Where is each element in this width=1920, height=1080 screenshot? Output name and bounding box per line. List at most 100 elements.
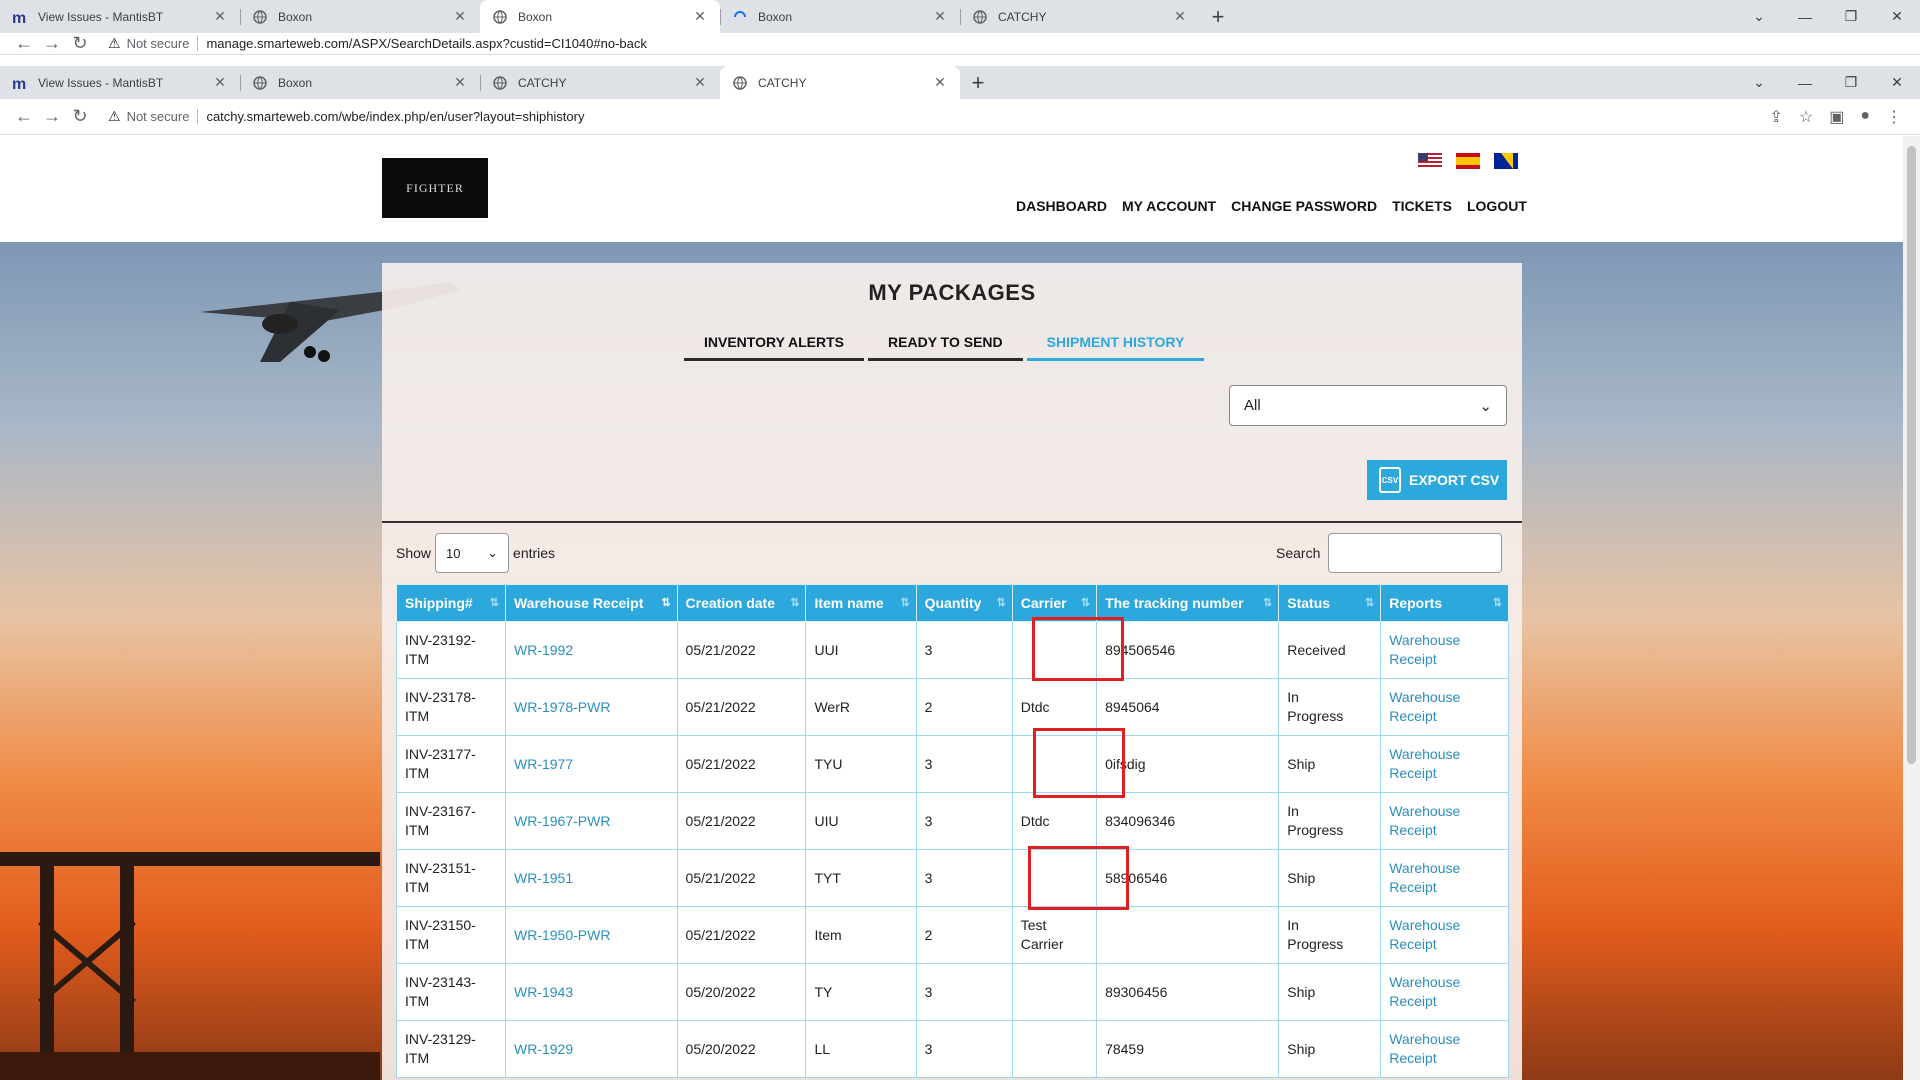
reload-icon[interactable]: ↻ [66, 33, 94, 54]
col-reports[interactable]: Reports ⇅ [1380, 584, 1509, 622]
col-status[interactable]: Status ⇅ [1278, 584, 1382, 622]
forward-arrow-icon[interactable]: → [38, 33, 66, 54]
warehouse-receipt-link[interactable]: WR-1992 [514, 642, 573, 658]
close-icon[interactable]: ✕ [1172, 8, 1188, 25]
back-arrow-icon[interactable]: ← [10, 106, 38, 127]
tab-2[interactable]: CATCHY ✕ [480, 66, 720, 99]
status-filter-select[interactable]: All ⌄ [1229, 385, 1507, 426]
cell-shipping: INV-23150- ITM [396, 906, 506, 964]
cell-status: Ship [1278, 963, 1382, 1021]
sidepanel-icon[interactable]: ▣ [1829, 107, 1844, 127]
report-link[interactable]: Warehouse Receipt [1389, 974, 1460, 1009]
flag-us-icon[interactable] [1418, 153, 1442, 169]
minimize-icon[interactable]: — [1782, 9, 1828, 25]
omnibox[interactable]: ⚠ Not secure catchy.smarteweb.com/wbe/in… [108, 108, 1769, 125]
back-window-addressbar: ← → ↻ ⚠ Not secure manage.smarteweb.com/… [0, 33, 1920, 55]
new-tab-button[interactable]: + [1200, 0, 1236, 33]
export-csv-button[interactable]: CSV EXPORT CSV [1367, 460, 1507, 500]
cell-warehouse-receipt: WR-1967-PWR [504, 792, 678, 850]
search-input[interactable] [1328, 533, 1503, 573]
close-icon[interactable]: ✕ [452, 8, 468, 25]
tab-0[interactable]: m View Issues - MantisBT ✕ [0, 66, 240, 99]
tab-shipment-history[interactable]: SHIPMENT HISTORY [1026, 325, 1205, 361]
profile-icon[interactable]: ● [1860, 107, 1870, 127]
back-tab-0[interactable]: m View Issues - MantisBT ✕ [0, 0, 240, 33]
svg-text:m: m [12, 10, 26, 24]
menu-tickets[interactable]: TICKETS [1392, 198, 1452, 214]
site-logo[interactable]: FIGHTER [382, 158, 488, 218]
warehouse-receipt-link[interactable]: WR-1943 [514, 984, 573, 1000]
close-window-icon[interactable]: ✕ [1874, 74, 1920, 91]
warehouse-receipt-link[interactable]: WR-1951 [514, 870, 573, 886]
report-link[interactable]: Warehouse Receipt [1389, 860, 1460, 895]
more-icon[interactable]: ⋮ [1886, 107, 1902, 127]
cell-tracking-number: 89306456 [1096, 963, 1280, 1021]
warehouse-receipt-link[interactable]: WR-1967-PWR [514, 813, 610, 829]
report-link[interactable]: Warehouse Receipt [1389, 917, 1460, 952]
close-icon[interactable]: ✕ [932, 8, 948, 25]
cell-tracking-number: 894506546 [1096, 621, 1280, 679]
close-icon[interactable]: ✕ [212, 74, 228, 91]
back-tab-3[interactable]: Boxon ✕ [720, 0, 960, 33]
report-link[interactable]: Warehouse Receipt [1389, 746, 1460, 781]
close-icon[interactable]: ✕ [212, 8, 228, 25]
report-link[interactable]: Warehouse Receipt [1389, 1031, 1460, 1066]
col-item-name[interactable]: Item name ⇅ [805, 584, 917, 622]
page-scrollbar[interactable] [1903, 136, 1920, 1080]
language-flags [1418, 153, 1518, 169]
col-shipping[interactable]: Shipping# ⇅ [396, 584, 506, 622]
chevron-down-icon[interactable]: ⌄ [1736, 74, 1782, 91]
tab-1[interactable]: Boxon ✕ [240, 66, 480, 99]
close-window-icon[interactable]: ✕ [1874, 8, 1920, 25]
back-tab-4[interactable]: CATCHY ✕ [960, 0, 1200, 33]
scrollbar-thumb[interactable] [1907, 146, 1916, 764]
sort-icon: ⇅ [1492, 597, 1502, 609]
col-warehouse-receipt[interactable]: Warehouse Receipt ⇅ [504, 584, 678, 622]
new-tab-button[interactable]: + [960, 66, 996, 99]
cell-warehouse-receipt: WR-1951 [504, 849, 678, 907]
warehouse-receipt-link[interactable]: WR-1977 [514, 756, 573, 772]
col-creation-date[interactable]: Creation date ⇅ [676, 584, 807, 622]
menu-dashboard[interactable]: DASHBOARD [1016, 198, 1107, 214]
warehouse-receipt-link[interactable]: WR-1929 [514, 1041, 573, 1057]
flag-es-icon[interactable] [1456, 153, 1480, 169]
site-header: FIGHTER DASHBOARD MY ACCOUNT CHANGE PASS… [0, 136, 1903, 242]
tab-3[interactable]: CATCHY ✕ [720, 66, 960, 99]
col-carrier[interactable]: Carrier ⇅ [1011, 584, 1098, 622]
restore-icon[interactable]: ❐ [1828, 74, 1874, 91]
forward-arrow-icon[interactable]: → [38, 106, 66, 127]
back-tab-2[interactable]: Boxon ✕ [480, 0, 720, 33]
back-tab-1[interactable]: Boxon ✕ [240, 0, 480, 33]
tab-inventory-alerts[interactable]: INVENTORY ALERTS [684, 325, 865, 361]
cell-quantity: 3 [915, 735, 1013, 793]
warehouse-receipt-link[interactable]: WR-1978-PWR [514, 699, 610, 715]
security-label: Not secure [127, 109, 199, 124]
tab-ready-to-send[interactable]: READY TO SEND [868, 325, 1023, 361]
close-icon[interactable]: ✕ [452, 74, 468, 91]
report-link[interactable]: Warehouse Receipt [1389, 632, 1460, 667]
col-tracking-number[interactable]: The tracking number ⇅ [1096, 584, 1280, 622]
minimize-icon[interactable]: — [1782, 75, 1828, 91]
cell-reports: Warehouse Receipt [1380, 1020, 1509, 1078]
share-icon[interactable]: ⇪ [1769, 107, 1782, 127]
sort-icon: ⇅ [790, 597, 800, 609]
star-icon[interactable]: ☆ [1799, 107, 1813, 127]
entries-select[interactable]: 10 ⌄ [435, 533, 510, 573]
report-link[interactable]: Warehouse Receipt [1389, 803, 1460, 838]
report-link[interactable]: Warehouse Receipt [1389, 689, 1460, 724]
back-arrow-icon[interactable]: ← [10, 33, 38, 54]
cell-shipping: INV-23151-ITM [396, 849, 506, 907]
close-icon[interactable]: ✕ [692, 74, 708, 91]
warehouse-receipt-link[interactable]: WR-1950-PWR [514, 927, 610, 943]
restore-icon[interactable]: ❐ [1828, 8, 1874, 25]
menu-logout[interactable]: LOGOUT [1467, 198, 1527, 214]
reload-icon[interactable]: ↻ [66, 106, 94, 127]
close-icon[interactable]: ✕ [692, 8, 708, 25]
menu-change-password[interactable]: CHANGE PASSWORD [1231, 198, 1377, 214]
close-icon[interactable]: ✕ [932, 74, 948, 91]
flag-ba-icon[interactable] [1494, 153, 1518, 169]
chevron-down-icon[interactable]: ⌄ [1736, 8, 1782, 25]
back-omnibox[interactable]: ⚠ Not secure manage.smarteweb.com/ASPX/S… [108, 35, 1910, 52]
menu-my-account[interactable]: MY ACCOUNT [1122, 198, 1216, 214]
col-quantity[interactable]: Quantity ⇅ [915, 584, 1013, 622]
